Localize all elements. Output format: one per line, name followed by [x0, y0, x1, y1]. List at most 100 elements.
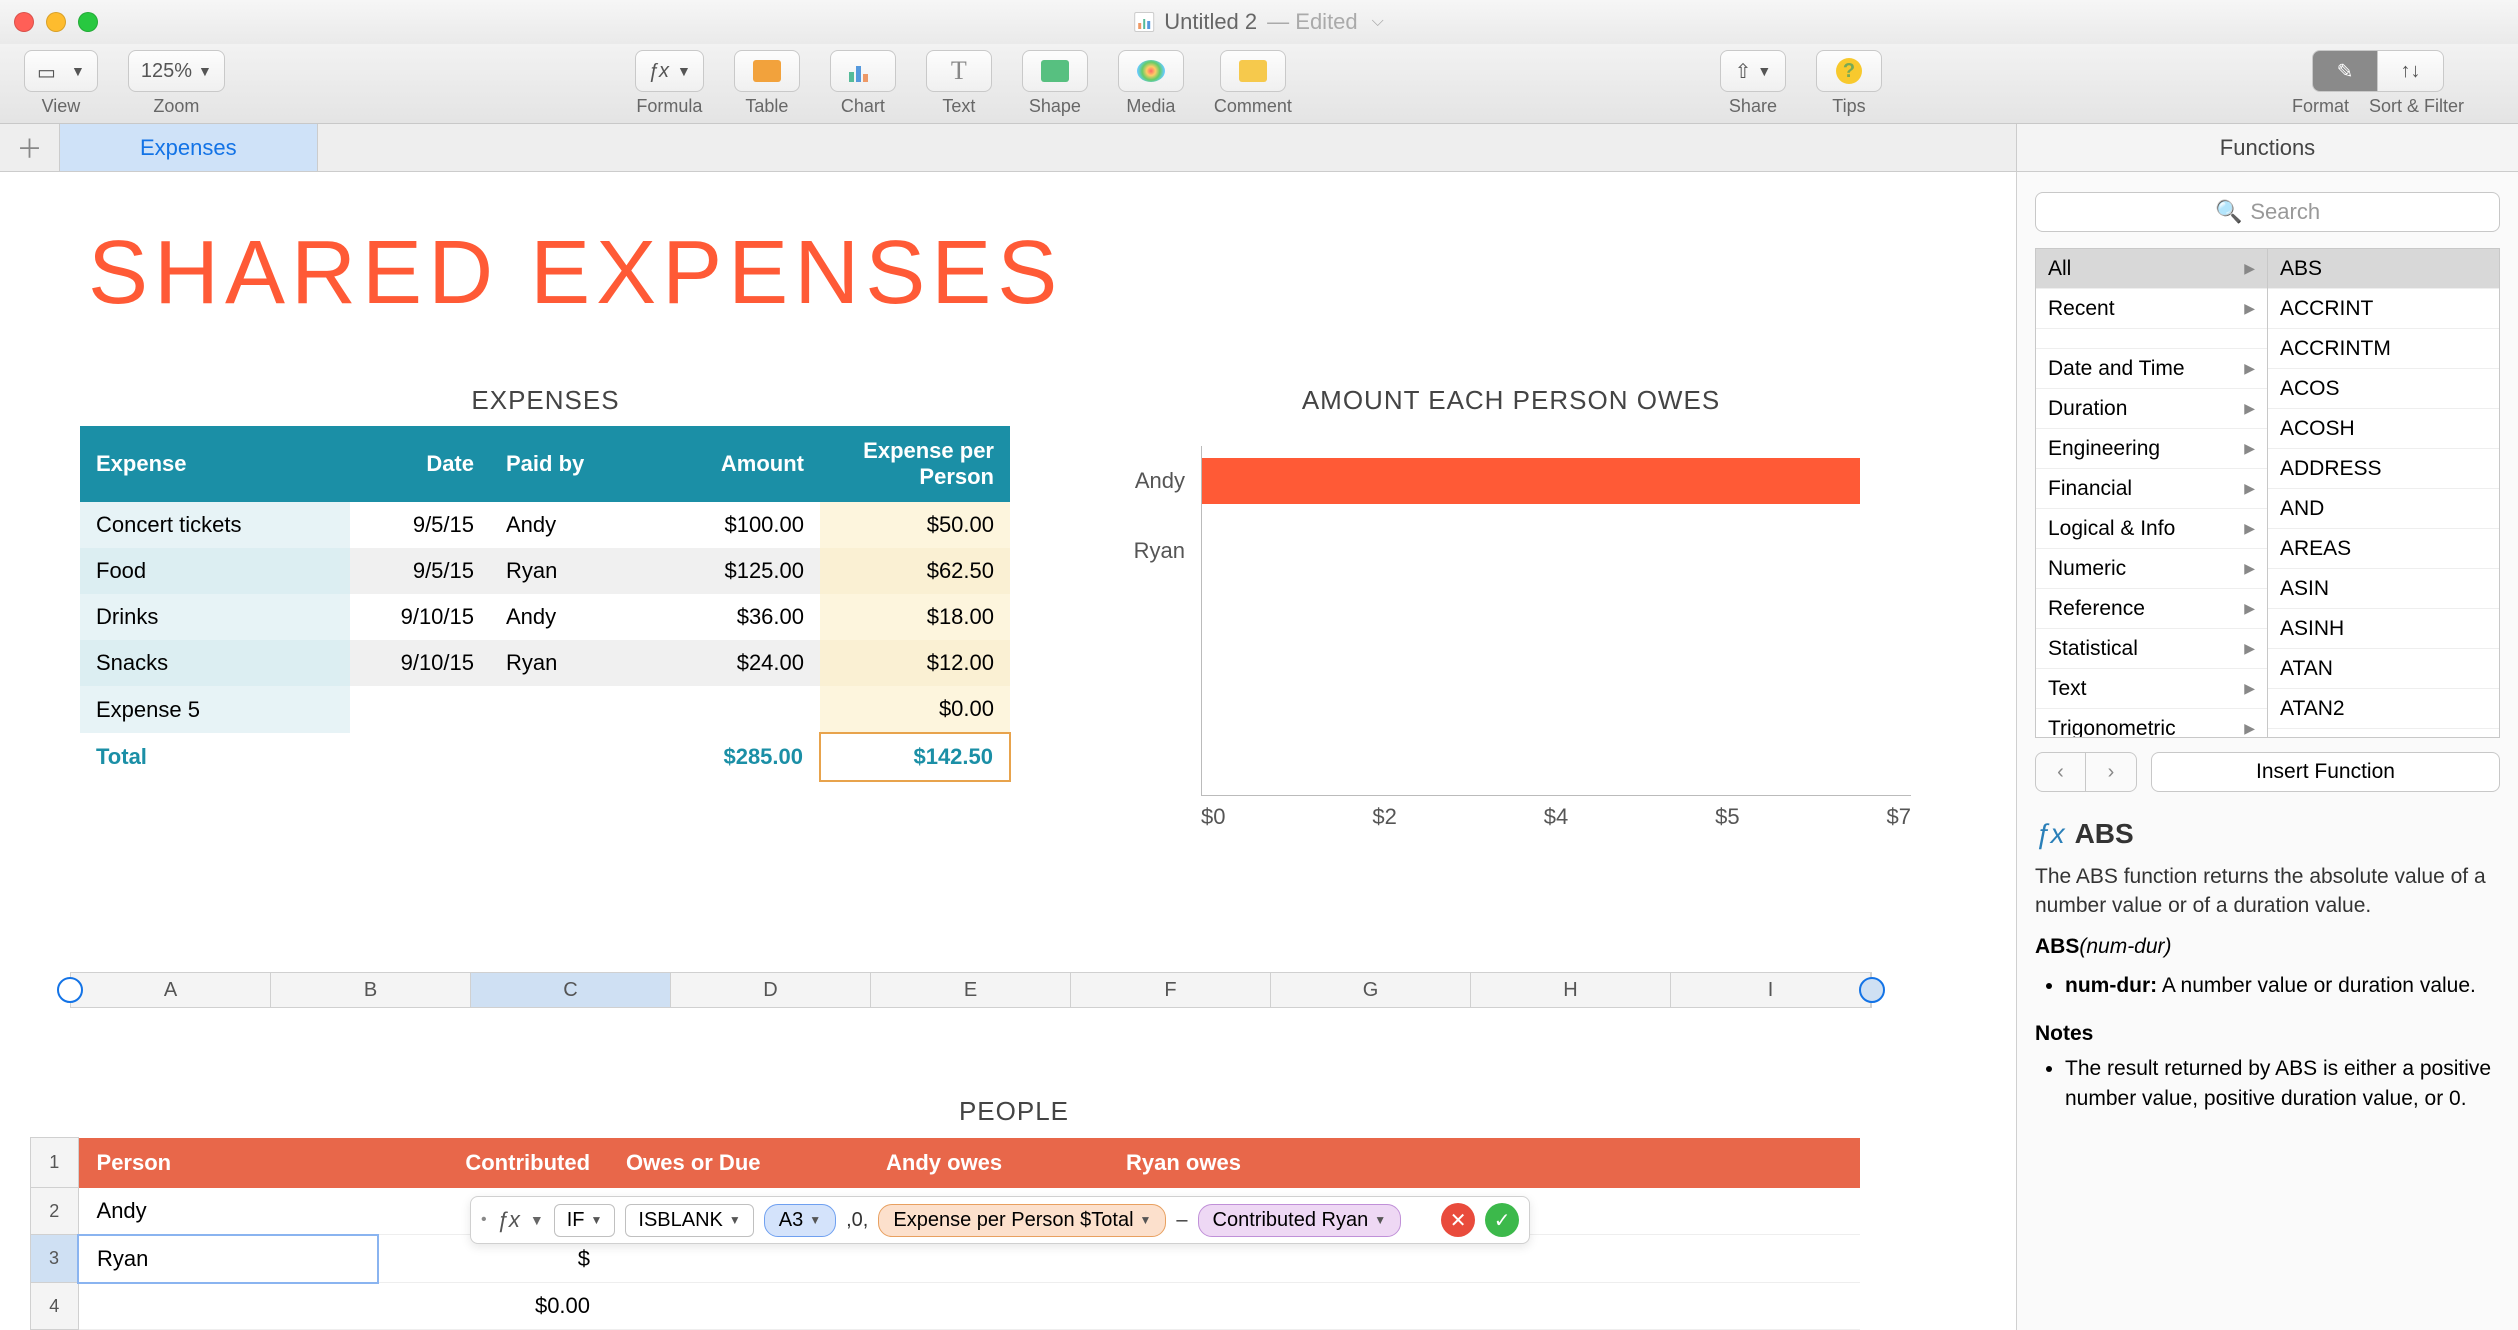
- chart-button[interactable]: [830, 50, 896, 92]
- formula-button[interactable]: ƒx▼: [635, 50, 704, 92]
- title-chevron-icon[interactable]: ⌵: [1372, 13, 1384, 31]
- cell[interactable]: $125.00: [660, 548, 820, 594]
- ref-contributed-ryan[interactable]: Contributed Ryan▼: [1198, 1204, 1402, 1237]
- col-person[interactable]: Person: [78, 1138, 378, 1188]
- cell[interactable]: $50.00: [820, 502, 1010, 548]
- row-num[interactable]: 3: [31, 1235, 79, 1283]
- ref-total[interactable]: Expense per Person $Total▼: [878, 1204, 1166, 1237]
- col-I[interactable]: I: [1671, 973, 1871, 1007]
- comment-button[interactable]: [1220, 50, 1286, 92]
- cell[interactable]: Concert tickets: [80, 502, 350, 548]
- table-handle-right[interactable]: [1859, 977, 1885, 1003]
- cell[interactable]: 9/10/15: [350, 594, 490, 640]
- total-per-person[interactable]: $142.50: [820, 733, 1010, 781]
- function-item[interactable]: AREAS: [2268, 529, 2499, 569]
- function-list[interactable]: ABS ACCRINT ACCRINTM ACOS ACOSH ADDRESS …: [2268, 249, 2499, 737]
- col-D[interactable]: D: [671, 973, 871, 1007]
- table-button[interactable]: [734, 50, 800, 92]
- sort-filter-button[interactable]: ↑↓: [2378, 50, 2444, 92]
- row-num[interactable]: 1: [31, 1138, 79, 1188]
- function-search[interactable]: 🔍 Search: [2035, 192, 2500, 232]
- table-handle-left[interactable]: [57, 977, 83, 1003]
- shape-button[interactable]: [1022, 50, 1088, 92]
- media-button[interactable]: [1118, 50, 1184, 92]
- zoom-select[interactable]: 125%▼: [128, 50, 225, 92]
- share-button[interactable]: ⇧▼: [1720, 50, 1786, 92]
- category-numeric[interactable]: Numeric▶: [2036, 549, 2267, 589]
- col-A[interactable]: A: [71, 973, 271, 1007]
- function-item[interactable]: ATAN2: [2268, 689, 2499, 729]
- cell[interactable]: $0.00: [378, 1283, 608, 1330]
- col-date[interactable]: Date: [350, 426, 490, 502]
- view-button[interactable]: ▭▼: [24, 50, 98, 92]
- chevron-down-icon[interactable]: ▼: [530, 1212, 544, 1228]
- row-num[interactable]: 4: [31, 1283, 79, 1330]
- category-text[interactable]: Text▶: [2036, 669, 2267, 709]
- category-datetime[interactable]: Date and Time▶: [2036, 349, 2267, 389]
- cell[interactable]: $24.00: [660, 640, 820, 686]
- col-per-person[interactable]: Expense per Person: [820, 426, 1010, 502]
- col-H[interactable]: H: [1471, 973, 1671, 1007]
- insert-function-button[interactable]: Insert Function: [2151, 752, 2500, 792]
- owes-chart[interactable]: AMOUNT EACH PERSON OWES Andy Ryan $0 $2 …: [1111, 385, 1911, 830]
- col-B[interactable]: B: [271, 973, 471, 1007]
- tips-button[interactable]: ?: [1816, 50, 1882, 92]
- cell[interactable]: Snacks: [80, 640, 350, 686]
- cell[interactable]: Food: [80, 548, 350, 594]
- category-logical[interactable]: Logical & Info▶: [2036, 509, 2267, 549]
- cell[interactable]: $36.00: [660, 594, 820, 640]
- column-header-row[interactable]: A B C D E F G H I: [70, 972, 1872, 1008]
- cell[interactable]: [660, 686, 820, 733]
- cell[interactable]: $62.50: [820, 548, 1010, 594]
- col-owes[interactable]: Owes or Due: [608, 1138, 868, 1188]
- cell[interactable]: 9/5/15: [350, 548, 490, 594]
- cell[interactable]: [350, 686, 490, 733]
- function-item[interactable]: ASINH: [2268, 609, 2499, 649]
- col-paidby[interactable]: Paid by: [490, 426, 660, 502]
- cancel-formula-button[interactable]: ✕: [1441, 1203, 1475, 1237]
- cell[interactable]: 9/10/15: [350, 640, 490, 686]
- function-item[interactable]: ASIN: [2268, 569, 2499, 609]
- category-all[interactable]: All▶: [2036, 249, 2267, 289]
- col-andy-owes[interactable]: Andy owes: [868, 1138, 1108, 1188]
- category-trig[interactable]: Trigonometric▶: [2036, 709, 2267, 737]
- cell[interactable]: $0.00: [820, 686, 1010, 733]
- format-button[interactable]: ✎: [2312, 50, 2378, 92]
- category-engineering[interactable]: Engineering▶: [2036, 429, 2267, 469]
- total-label[interactable]: Total: [80, 733, 350, 781]
- function-item[interactable]: ATANH: [2268, 729, 2499, 737]
- add-sheet-button[interactable]: ＋: [0, 124, 60, 171]
- function-item[interactable]: ABS: [2268, 249, 2499, 289]
- col-C[interactable]: C: [471, 973, 671, 1007]
- fullscreen-window[interactable]: [78, 12, 98, 32]
- cell[interactable]: 9/5/15: [350, 502, 490, 548]
- close-window[interactable]: [14, 12, 34, 32]
- function-categories[interactable]: All▶ Recent▶ Date and Time▶ Duration▶ En…: [2036, 249, 2268, 737]
- cell[interactable]: Andy: [490, 594, 660, 640]
- text-button[interactable]: T: [926, 50, 992, 92]
- selected-cell[interactable]: Ryan: [78, 1235, 378, 1283]
- document-title[interactable]: Untitled 2: [1164, 9, 1257, 35]
- cell[interactable]: Ryan: [490, 548, 660, 594]
- row-num[interactable]: 2: [31, 1188, 79, 1235]
- col-expense[interactable]: Expense: [80, 426, 350, 502]
- formula-editor-bar[interactable]: • ƒx ▼ IF▼ ISBLANK▼ A3▼ ,0, Expense per …: [470, 1196, 1530, 1244]
- expenses-table[interactable]: Expense Date Paid by Amount Expense per …: [80, 426, 1011, 782]
- cell[interactable]: $100.00: [660, 502, 820, 548]
- cell[interactable]: [490, 686, 660, 733]
- total-amount[interactable]: $285.00: [660, 733, 820, 781]
- col-contributed[interactable]: Contributed: [378, 1138, 608, 1188]
- function-item[interactable]: ATAN: [2268, 649, 2499, 689]
- function-item[interactable]: AND: [2268, 489, 2499, 529]
- accept-formula-button[interactable]: ✓: [1485, 1203, 1519, 1237]
- cell[interactable]: $12.00: [820, 640, 1010, 686]
- function-item[interactable]: ACCRINTM: [2268, 329, 2499, 369]
- category-financial[interactable]: Financial▶: [2036, 469, 2267, 509]
- col-E[interactable]: E: [871, 973, 1071, 1007]
- cell[interactable]: Andy: [490, 502, 660, 548]
- func-if[interactable]: IF▼: [554, 1204, 616, 1237]
- minimize-window[interactable]: [46, 12, 66, 32]
- category-duration[interactable]: Duration▶: [2036, 389, 2267, 429]
- col-F[interactable]: F: [1071, 973, 1271, 1007]
- cell[interactable]: Drinks: [80, 594, 350, 640]
